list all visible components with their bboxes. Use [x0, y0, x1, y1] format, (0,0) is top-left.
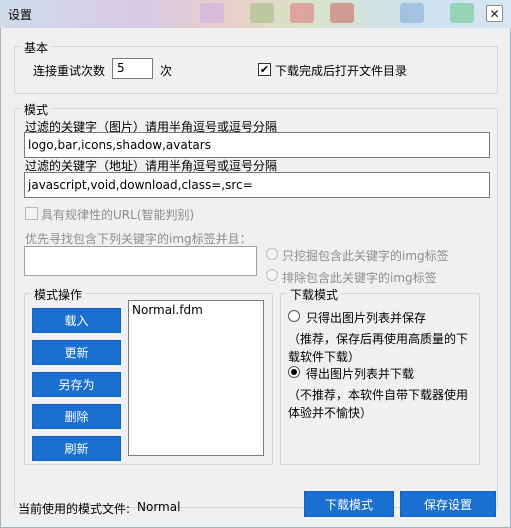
open-dir-label: 下载完成后打开文件目录	[275, 64, 408, 78]
list-item[interactable]: Normal.fdm	[132, 303, 260, 317]
background-blur-decoration	[330, 3, 354, 23]
open-dir-checkbox[interactable]: ✔	[258, 63, 271, 76]
list-and-download-note: （不推荐，本软件自带下载器使用体验并不愉快）	[288, 388, 469, 420]
priority-keyword-input[interactable]	[24, 246, 257, 276]
list-only-note: （推荐，保存后再使用高质量的下载软件下载）	[288, 332, 469, 364]
background-blur-decoration	[450, 3, 474, 23]
background-blur-decoration	[250, 3, 274, 23]
image-filter-input[interactable]: logo,bar,icons,shadow,avatars	[24, 132, 490, 158]
url-filter-input[interactable]: javascript,void,download,class=,src=	[24, 172, 490, 198]
mode-file-list[interactable]: Normal.fdm	[128, 300, 264, 456]
regular-url-label: 具有规律性的URL(智能判别)	[41, 208, 195, 222]
current-mode-label: 当前使用的模式文件:	[18, 502, 131, 516]
priority-keyword-label: 优先寻找包含下列关键字的img标签并且：	[25, 232, 252, 246]
regular-url-checkbox[interactable]	[25, 207, 38, 220]
mode-ops-legend: 模式操作	[31, 286, 86, 303]
background-blur-decoration	[200, 3, 224, 23]
save-settings-button[interactable]: 保存设置	[400, 491, 496, 517]
radio-selected-dot	[291, 369, 297, 375]
window-title: 设置	[8, 8, 33, 22]
save-as-button[interactable]: 另存为	[32, 372, 121, 397]
download-mode-legend: 下载模式	[287, 286, 342, 303]
delete-button[interactable]: 删除	[32, 404, 121, 429]
current-mode-value: Normal	[137, 500, 181, 514]
exclude-radio[interactable]	[266, 269, 278, 281]
list-and-download-radio[interactable]	[288, 366, 300, 378]
title-bar[interactable]: 设置 ✕	[0, 0, 511, 28]
download-mode-button[interactable]: 下载模式	[304, 491, 394, 517]
only-dig-label: 只挖掘包含此关键字的img标签	[282, 249, 449, 263]
checkmark-icon: ✔	[259, 63, 270, 76]
update-button[interactable]: 更新	[32, 340, 121, 365]
mode-legend: 模式	[21, 101, 52, 118]
background-blur-decoration	[290, 3, 314, 23]
only-dig-radio[interactable]	[266, 248, 278, 260]
list-only-radio[interactable]	[288, 310, 300, 322]
retry-unit-label: 次	[160, 64, 173, 78]
close-icon: ✕	[489, 6, 500, 21]
refresh-button[interactable]: 刷新	[32, 436, 121, 461]
basic-legend: 基本	[21, 39, 52, 56]
background-blur-decoration	[400, 3, 424, 23]
retry-label: 连接重试次数	[33, 64, 106, 78]
load-button[interactable]: 载入	[32, 308, 121, 333]
retry-count-input[interactable]: 5	[112, 58, 153, 79]
list-and-download-label: 得出图片列表并下载	[306, 367, 415, 381]
exclude-label: 排除包含此关键字的img标签	[282, 271, 437, 285]
close-button[interactable]: ✕	[486, 5, 503, 22]
list-only-label: 只得出图片列表并保存	[306, 311, 427, 325]
